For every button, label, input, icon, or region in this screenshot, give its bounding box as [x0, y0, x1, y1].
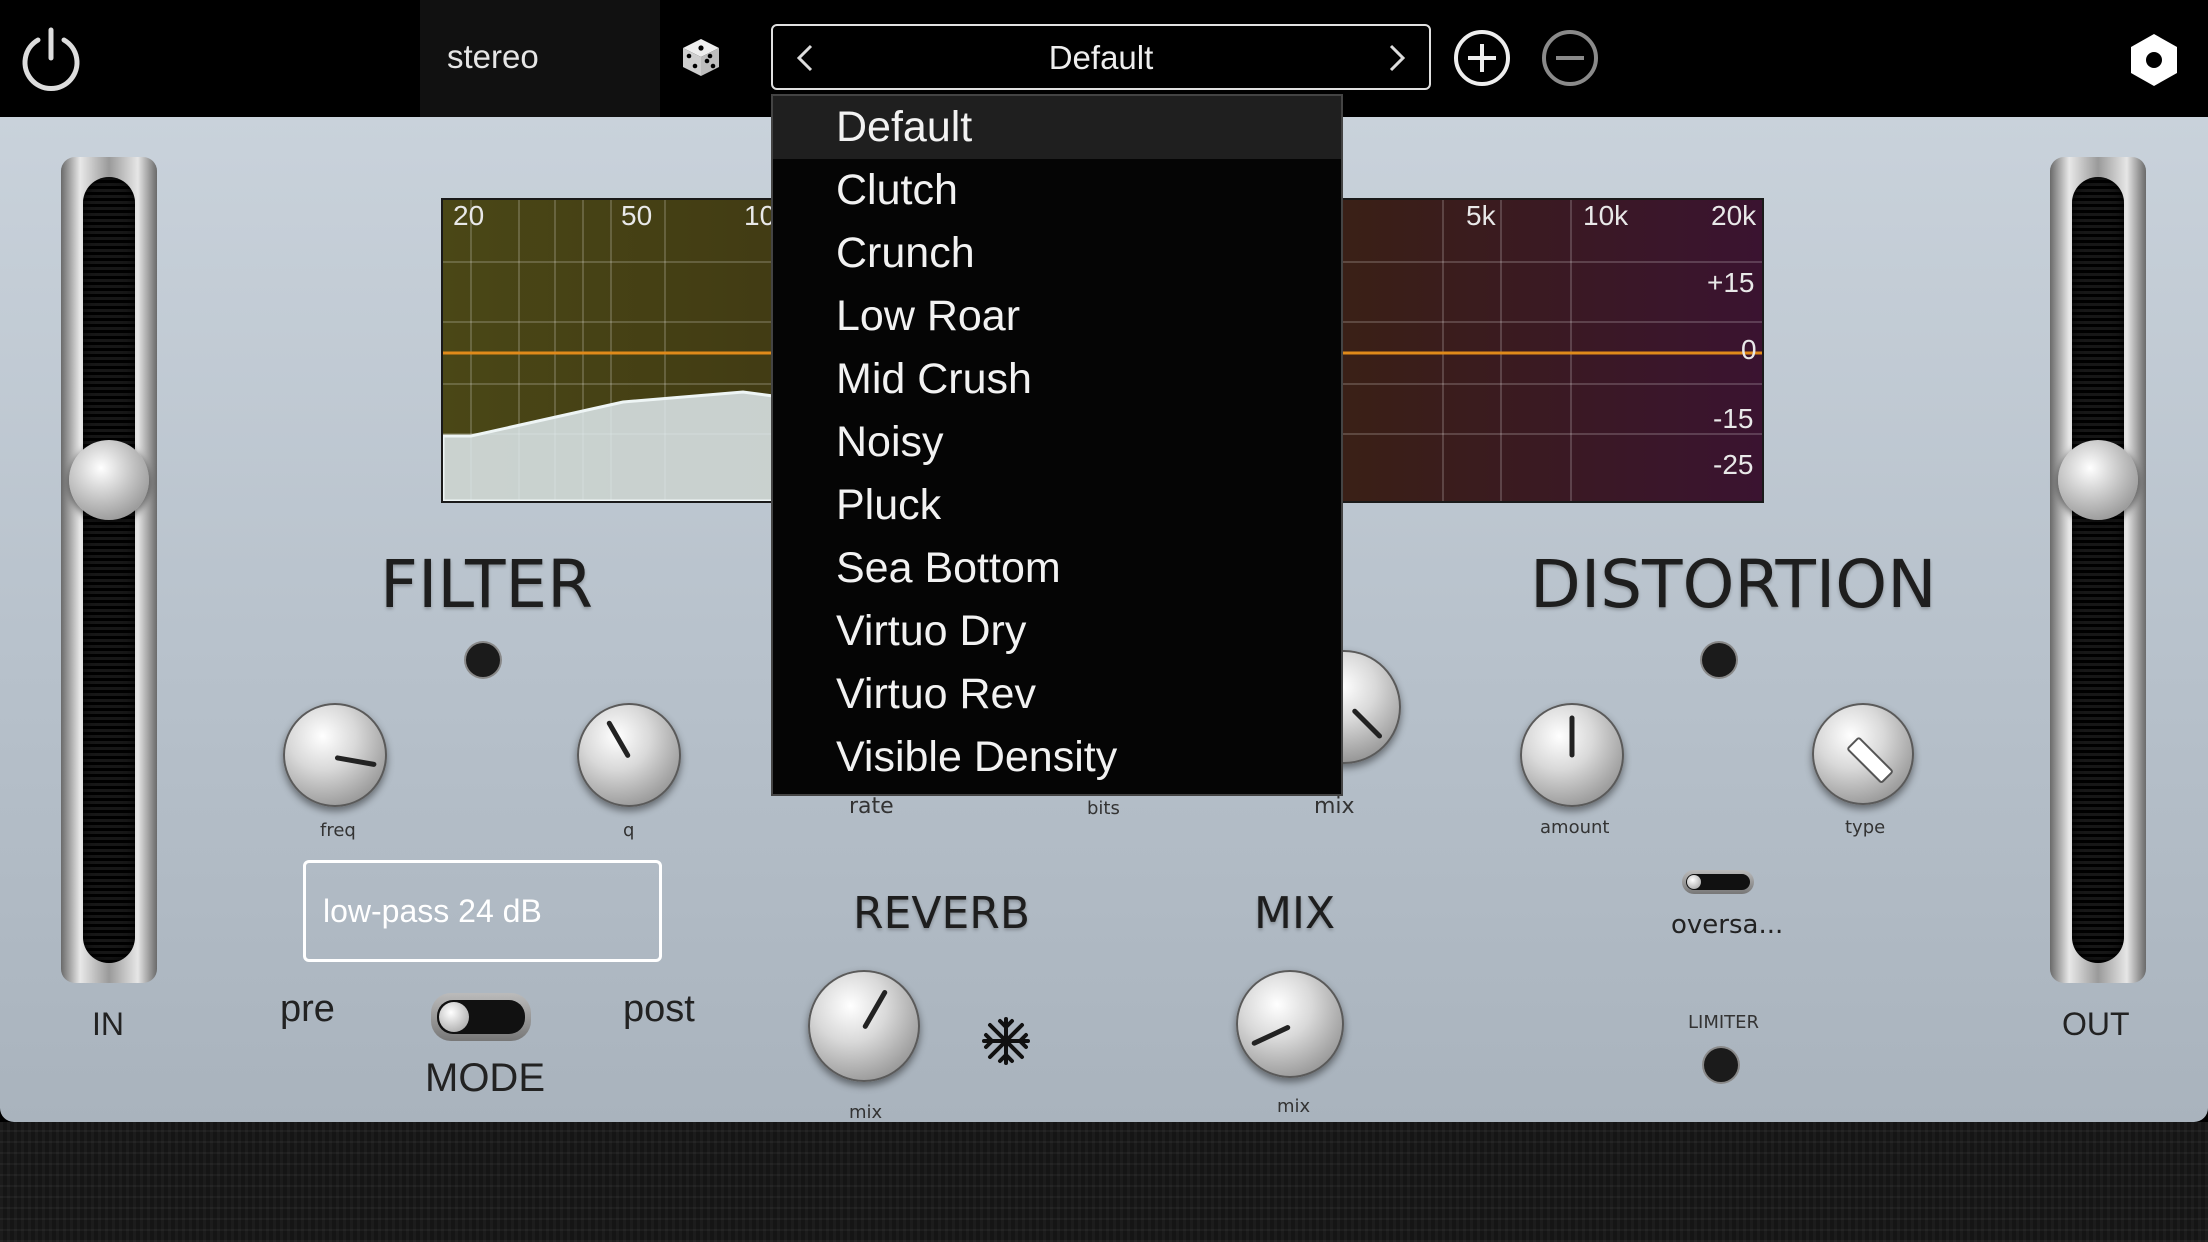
settings-hexagon-icon[interactable] — [2126, 32, 2182, 88]
eq-freq-label: 10k — [1583, 200, 1629, 231]
preset-menu-item[interactable]: Virtuo Rev — [773, 663, 1341, 726]
preset-menu-item[interactable]: Pluck — [773, 474, 1341, 537]
filter-q-knob[interactable] — [577, 703, 681, 807]
eq-freq-label: 20k — [1711, 200, 1757, 231]
freeze-snowflake-icon[interactable] — [980, 1015, 1032, 1067]
limiter-label: LIMITER — [1688, 1012, 1760, 1033]
channel-mode-label: stereo — [447, 38, 539, 75]
oversample-label: oversa... — [1671, 910, 1784, 940]
oversample-toggle[interactable] — [1682, 870, 1754, 894]
filter-freq-knob[interactable] — [283, 703, 387, 807]
input-slider-track — [83, 177, 135, 963]
output-label: OUT — [2062, 1006, 2130, 1042]
next-preset-icon[interactable] — [1381, 42, 1411, 74]
distortion-title: DISTORTION — [1530, 546, 1937, 623]
eq-freq-label: 5k — [1466, 200, 1496, 231]
preset-menu-item[interactable]: Visible Density — [773, 726, 1341, 789]
limiter-power-icon[interactable] — [1704, 1048, 1738, 1082]
preset-menu-item[interactable]: Default — [773, 96, 1341, 159]
bits-label: bits — [1087, 798, 1120, 819]
eq-gain-label: 0 — [1741, 334, 1757, 365]
eq-gain-label: +15 — [1707, 267, 1755, 298]
q-label: q — [623, 820, 635, 841]
mix-knob-label: mix — [1277, 1096, 1311, 1117]
filter-type-value: low-pass 24 dB — [323, 893, 542, 929]
reverb-mix-label: mix — [849, 1102, 883, 1123]
amount-label: amount — [1540, 817, 1610, 838]
distortion-power-icon[interactable] — [1702, 643, 1736, 677]
eq-gain-label: -15 — [1713, 403, 1754, 434]
rate-label: rate — [849, 794, 894, 819]
input-label: IN — [92, 1006, 124, 1042]
mix-knob[interactable] — [1236, 970, 1344, 1078]
filter-title: FILTER — [380, 546, 593, 623]
filter-power-icon[interactable] — [466, 643, 500, 677]
type-label: type — [1845, 817, 1886, 838]
freq-label: freq — [320, 820, 356, 841]
randomize-dice-icon[interactable] — [680, 36, 722, 78]
preset-menu-item[interactable]: Virtuo Dry — [773, 600, 1341, 663]
output-level-slider[interactable] — [2050, 157, 2146, 983]
preset-menu-item[interactable]: Crunch — [773, 222, 1341, 285]
mode-label: MODE — [425, 1056, 545, 1100]
preset-menu-item[interactable]: Mid Crush — [773, 348, 1341, 411]
output-slider-track — [2072, 177, 2124, 963]
crusher-mix-label: mix — [1314, 794, 1355, 819]
eq-gain-label: -25 — [1713, 449, 1754, 480]
remove-preset-icon[interactable] — [1541, 29, 1599, 87]
preset-menu-item[interactable]: Noisy — [773, 411, 1341, 474]
preset-menu-item[interactable]: Clutch — [773, 159, 1341, 222]
channel-mode-button[interactable]: stereo — [420, 0, 660, 117]
filter-mode-toggle[interactable] — [431, 993, 531, 1041]
power-icon[interactable] — [18, 26, 84, 92]
distortion-type-knob[interactable] — [1812, 703, 1914, 805]
pre-label: pre — [280, 988, 335, 1030]
reverb-title: REVERB — [853, 888, 1031, 939]
post-label: post — [623, 988, 695, 1030]
preset-selector[interactable]: Default — [771, 24, 1431, 90]
output-slider-thumb[interactable] — [2058, 440, 2138, 520]
eq-freq-label: 20 — [453, 200, 485, 231]
reverb-mix-knob[interactable] — [808, 970, 920, 1082]
add-preset-icon[interactable] — [1453, 29, 1511, 87]
preset-name: Default — [1048, 39, 1154, 76]
mix-title: MIX — [1254, 888, 1336, 939]
preset-menu-item[interactable]: Low Roar — [773, 285, 1341, 348]
bottom-texture — [0, 1122, 2208, 1242]
preset-menu-item[interactable]: Sea Bottom — [773, 537, 1341, 600]
eq-freq-label: 50 — [621, 200, 653, 231]
input-slider-thumb[interactable] — [69, 440, 149, 520]
filter-type-select[interactable]: low-pass 24 dB — [303, 860, 662, 962]
distortion-amount-knob[interactable] — [1520, 703, 1624, 807]
input-level-slider[interactable] — [61, 157, 157, 983]
preset-dropdown-menu: Default Clutch Crunch Low Roar Mid Crush… — [771, 94, 1343, 796]
